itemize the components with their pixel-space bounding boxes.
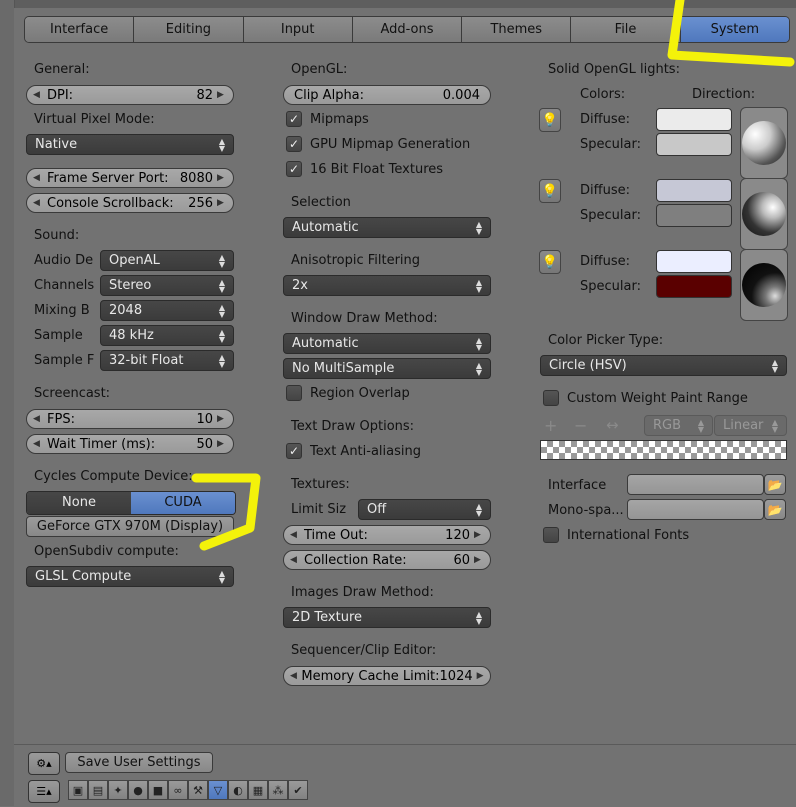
render-layers-icon[interactable]: ▤ [88, 780, 108, 800]
save-user-settings-button[interactable]: Save User Settings [65, 752, 213, 773]
particles-icon[interactable]: ⁂ [268, 780, 288, 800]
world-icon[interactable]: ● [128, 780, 148, 800]
editor-type-button[interactable]: ⚙▴ [28, 752, 60, 775]
render-icon[interactable]: ▣ [68, 780, 88, 800]
preferences-icon: ⚙▴ [36, 757, 52, 770]
annotation-stroke-cycles [191, 473, 261, 551]
material-icon[interactable]: ◐ [228, 780, 248, 800]
annotation-stroke-system [667, 0, 795, 67]
properties-context-tabs: ▣ ▤ ✦ ● ■ ∞ ⚒ ▽ ◐ ▦ ⁂ ✔ [68, 780, 308, 800]
properties-editor-button[interactable]: ☰▴ [28, 780, 60, 803]
constraints-icon[interactable]: ∞ [168, 780, 188, 800]
menu-icon: ☰▴ [36, 785, 52, 798]
object-icon[interactable]: ■ [148, 780, 168, 800]
scene-icon[interactable]: ✦ [108, 780, 128, 800]
physics-icon[interactable]: ✔ [288, 780, 308, 800]
modifiers-icon[interactable]: ⚒ [188, 780, 208, 800]
texture-icon[interactable]: ▦ [248, 780, 268, 800]
annotation-overlay [191, 0, 795, 551]
mesh-data-icon[interactable]: ▽ [208, 780, 228, 800]
